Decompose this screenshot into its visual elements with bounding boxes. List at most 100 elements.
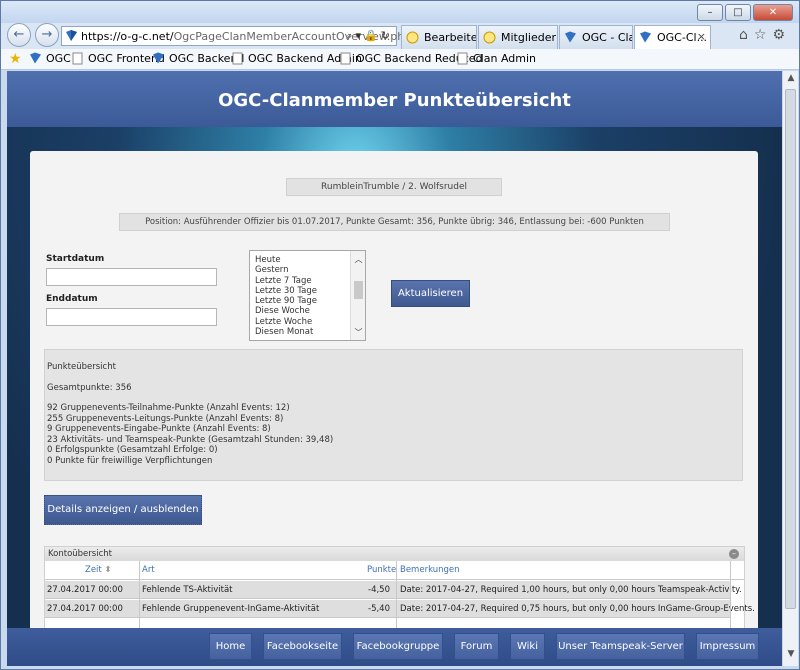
range-option[interactable]: Letzte 30 Tage <box>250 286 365 296</box>
account-overview-header: Kontoübersicht – <box>45 547 744 561</box>
tab-bearbeiten[interactable]: Bearbeiten ... <box>401 25 477 49</box>
cell-punkte: -4,50 <box>368 585 390 595</box>
favorites-bar: ★ OGC OGC Frontend OGC Backend OGC Backe… <box>1 49 799 70</box>
summary-line: 0 Punkte für freiwillige Verpflichtungen <box>47 455 213 466</box>
footer-link-impressum[interactable]: Impressum <box>696 633 759 660</box>
range-option[interactable]: Heute <box>250 255 365 265</box>
site-favicon <box>640 31 651 43</box>
range-option[interactable]: Letzte Woche <box>250 317 365 327</box>
footer-bar: Home Facebookseite Facebookgruppe Forum … <box>7 628 782 666</box>
range-option[interactable]: Diesen Monat <box>250 327 365 337</box>
footer-link-teamspeak[interactable]: Unser Teamspeak-Server <box>556 633 685 660</box>
page-icon <box>232 52 243 65</box>
cell-bemerkungen: Date: 2017-04-27, Required 0,75 hours, b… <box>400 604 755 614</box>
column-divider <box>139 561 140 634</box>
fav-ogc[interactable]: OGC <box>29 52 71 65</box>
page-scrollbar[interactable]: ▲ ▼ <box>782 71 798 666</box>
listbox-scroll-thumb[interactable] <box>354 281 363 299</box>
page-icon <box>483 31 496 44</box>
scroll-down-icon[interactable]: ▼ <box>785 649 797 661</box>
table-header: Zeit ⬍ Art Punkte Bemerkungen <box>45 561 744 580</box>
tab-ogc-clan[interactable]: OGC - Clan... <box>559 25 633 49</box>
url-host: https://o-g-c.net/ <box>81 30 174 43</box>
sort-icon[interactable]: ⬍ <box>104 565 111 575</box>
tab-label: Mitglieder <box>501 31 556 44</box>
column-header-zeit[interactable]: Zeit ⬍ <box>85 565 112 575</box>
page-icon <box>406 31 419 44</box>
column-divider <box>730 561 731 634</box>
tab-ogc-cl-active[interactable]: OGC-Cl... × <box>634 25 711 49</box>
forward-icon[interactable]: → <box>35 23 59 47</box>
maximize-button[interactable]: □ <box>725 4 751 21</box>
table-row[interactable]: 27.04.2017 00:00 Fehlende Gruppenevent-I… <box>45 600 755 618</box>
fav-ogc-frontend[interactable]: OGC Frontend <box>71 52 165 65</box>
chevron-down-icon[interactable]: ﹀ <box>353 327 364 338</box>
fav-clan-admin[interactable]: Clan Admin <box>456 52 536 65</box>
site-favicon <box>153 52 164 64</box>
tab-mitglieder[interactable]: Mitglieder <box>478 25 558 49</box>
tab-label: Bearbeiten ... <box>424 31 477 44</box>
cell-art: Fehlende Gruppenevent-InGame-Aktivität <box>142 604 320 614</box>
scroll-up-icon[interactable]: ▲ <box>785 73 797 85</box>
summary-line: 23 Aktivitäts- und Teamspeak-Punkte (Ges… <box>47 434 334 445</box>
page-icon <box>457 52 468 65</box>
page-icon <box>340 52 351 65</box>
table-row[interactable]: 27.04.2017 00:00 Fehlende TS-Aktivität -… <box>45 581 742 599</box>
points-summary: Punkteübersicht Gesamtpunkte: 356 92 Gru… <box>44 349 743 481</box>
start-date-input[interactable] <box>46 268 217 286</box>
footer-link-home[interactable]: Home <box>209 633 252 660</box>
content-panel: RumbleinTrumble / 2. Wolfsrudel Position… <box>30 151 758 666</box>
page-icon <box>72 52 83 65</box>
listbox-scrollbar[interactable]: ︿ ﹀ <box>350 251 365 340</box>
page-header: OGC-Clanmember Punkteübersicht <box>7 71 782 127</box>
column-header-art[interactable]: Art <box>142 565 155 575</box>
minimize-button[interactable]: – <box>697 4 723 21</box>
collapse-icon[interactable]: – <box>729 549 739 559</box>
site-favicon <box>30 52 41 64</box>
browser-window: – □ ✕ ← → https://o-g-c.net/OgcPageClanM… <box>0 0 800 670</box>
start-date-label: Startdatum <box>46 254 105 264</box>
footer-link-facebookseite[interactable]: Facebookseite <box>263 633 342 660</box>
address-tools-icons[interactable]: ⌕▾🔒↻ <box>346 29 393 43</box>
navigation-bar: ← → https://o-g-c.net/OgcPageClanMemberA… <box>1 23 799 49</box>
position-info: Position: Ausführender Offizier bis 01.0… <box>119 213 670 231</box>
tab-close-icon[interactable]: × <box>697 30 706 43</box>
column-divider <box>396 561 397 634</box>
end-date-label: Enddatum <box>46 294 98 304</box>
chevron-up-icon[interactable]: ︿ <box>353 254 364 265</box>
column-header-punkte[interactable]: Punkte <box>367 565 396 575</box>
end-date-input[interactable] <box>46 308 217 326</box>
cell-zeit: 27.04.2017 00:00 <box>47 604 123 614</box>
fav-label: Clan Admin <box>473 52 537 65</box>
details-toggle-button[interactable]: Details anzeigen / ausblenden <box>44 495 202 525</box>
toolbar-icons[interactable]: ⌂☆⚙ <box>739 27 791 43</box>
cell-bemerkungen: Date: 2017-04-27, Required 1,00 hours, b… <box>400 585 742 595</box>
summary-line: 9 Gruppenevents-Eingabe-Punkte (Anzahl E… <box>47 424 271 434</box>
member-info: RumbleinTrumble / 2. Wolfsrudel <box>286 178 502 196</box>
address-bar[interactable]: https://o-g-c.net/OgcPageClanMemberAccou… <box>61 26 417 46</box>
back-icon[interactable]: ← <box>7 23 31 47</box>
range-option[interactable]: Diese Woche <box>250 306 365 316</box>
site-favicon <box>66 30 77 41</box>
footer-link-wiki[interactable]: Wiki <box>510 633 545 660</box>
range-option[interactable]: Letzte 7 Tage <box>250 276 365 286</box>
title-bar: – □ ✕ <box>1 1 799 23</box>
date-range-listbox[interactable]: Heute Gestern Letzte 7 Tage Letzte 30 Ta… <box>249 250 366 341</box>
cell-zeit: 27.04.2017 00:00 <box>47 585 123 595</box>
summary-line: 92 Gruppenevents-Teilnahme-Punkte (Anzah… <box>47 403 290 413</box>
cell-punkte: -5,40 <box>368 604 390 614</box>
favorites-star-icon[interactable]: ★ <box>9 51 22 67</box>
fav-label: OGC <box>46 52 71 65</box>
column-header-bemerkungen[interactable]: Bemerkungen <box>400 565 460 575</box>
refresh-button[interactable]: Aktualisieren <box>391 280 470 307</box>
range-option[interactable]: Letzte 90 Tage <box>250 296 365 306</box>
range-option[interactable]: Gestern <box>250 265 365 275</box>
summary-total: Gesamtpunkte: 356 <box>47 382 132 393</box>
scroll-thumb[interactable] <box>785 89 796 609</box>
cell-art: Fehlende TS-Aktivität <box>142 585 233 595</box>
close-window-button[interactable]: ✕ <box>753 4 793 21</box>
site-favicon <box>565 31 576 43</box>
footer-link-forum[interactable]: Forum <box>454 633 499 660</box>
summary-title: Punkteübersicht <box>47 362 116 372</box>
footer-link-facebookgruppe[interactable]: Facebookgruppe <box>353 633 443 660</box>
